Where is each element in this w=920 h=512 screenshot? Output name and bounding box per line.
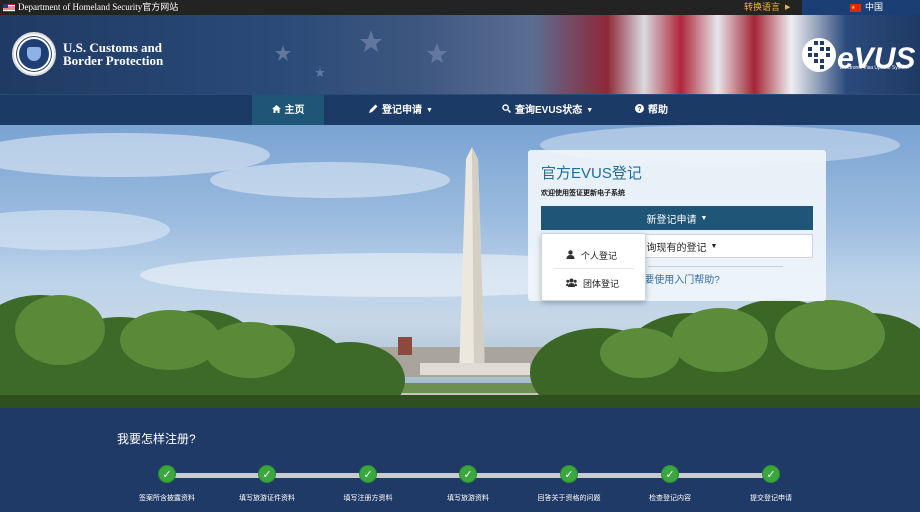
menu-item-individual[interactable]: 个人登记 (542, 242, 647, 268)
dhs-seal-logo[interactable] (12, 32, 56, 76)
search-icon (502, 95, 511, 126)
china-flag-icon (850, 1, 861, 16)
new-registration-dropdown: 个人登记 团体登记 (541, 233, 646, 301)
evus-logo[interactable]: eVUS (800, 33, 920, 85)
pencil-icon (369, 95, 378, 126)
panel-title: 官方EVUS登记 (541, 165, 642, 182)
nav-home-label: 主页 (284, 105, 305, 116)
panel-divider (648, 266, 783, 267)
steps-title: 我要怎样注册? (117, 432, 196, 446)
caret-down-icon: ▼ (586, 107, 594, 114)
menu-item-individual-label: 个人登记 (581, 250, 618, 261)
step-check-icon: ✓ (359, 465, 377, 483)
users-icon (566, 278, 577, 289)
new-registration-button[interactable]: 新登记申请 ▼ (541, 206, 813, 230)
step-label: 回答关于资格的问题 (537, 495, 601, 502)
step-check-icon: ✓ (560, 465, 578, 483)
nav-help-label: 帮助 (648, 105, 668, 116)
step-check-icon: ✓ (258, 465, 276, 483)
switch-language-link[interactable]: 转换语言 ▶ (744, 0, 790, 15)
switch-language-label: 转换语言 (744, 2, 781, 12)
caret-right-icon: ▶ (785, 4, 791, 11)
check-registration-label: 查询现有的登记 (636, 242, 707, 254)
main-nav: 主页 登记申请 ▼ 查询EVUS状态 ▼ ? 帮助 (0, 94, 920, 126)
step-check-icon: ✓ (158, 465, 176, 483)
new-registration-label: 新登记申请 (646, 214, 697, 226)
caret-down-icon: ▼ (426, 107, 433, 114)
agency-name-line2: Border Protection (63, 53, 164, 68)
nav-home[interactable]: 主页 (252, 95, 324, 126)
step-label: 填写注册方资料 (343, 495, 393, 502)
caret-down-icon: ▼ (700, 214, 708, 222)
user-icon (566, 249, 575, 261)
step-check-icon: ✓ (661, 465, 679, 483)
menu-item-group[interactable]: 团体登记 (542, 270, 647, 296)
language-selector[interactable]: 中国 (802, 0, 920, 16)
step-check-icon: ✓ (459, 465, 477, 483)
step-label: 提交登记申请 (750, 495, 792, 502)
nav-apply-label: 登记申请 (382, 105, 422, 116)
agency-name[interactable]: U.S. Customs and Border Protection (63, 41, 163, 67)
question-icon: ? (635, 95, 644, 126)
svg-text:?: ? (637, 106, 641, 113)
stars-decoration (275, 30, 447, 77)
step-label: 填写旅游证件资料 (239, 495, 295, 502)
caret-down-icon: ▼ (710, 242, 718, 250)
gov-site-text: Department of Homeland Security官方网站 (18, 2, 179, 12)
gov-site-label: Department of Homeland Security官方网站 (3, 0, 178, 15)
step-label: 签案所含披露资料 (139, 495, 195, 502)
evus-subtitle: Electronic Visa Update System (840, 65, 909, 71)
gov-banner: Department of Homeland Security官方网站 转换语言… (0, 0, 920, 16)
nav-help[interactable]: ? 帮助 (635, 95, 668, 126)
step-check-icon: ✓ (762, 465, 780, 483)
site-header: U.S. Customs and Border Protection eVUS … (0, 15, 920, 94)
step-label: 检查登记内容 (649, 495, 691, 502)
menu-divider (554, 268, 634, 269)
menu-item-group-label: 团体登记 (583, 278, 620, 289)
nav-check-status[interactable]: 查询EVUS状态 ▼ (502, 95, 593, 126)
panel-subtitle: 欢迎使用签证更新电子系统 (541, 190, 625, 197)
nav-check-status-label: 查询EVUS状态 (515, 105, 583, 116)
step-label: 填写旅游资料 (447, 495, 489, 502)
language-label: 中国 (865, 2, 884, 12)
home-icon (271, 95, 281, 126)
registration-steps-section: 我要怎样注册? ✓ ✓ ✓ ✓ ✓ ✓ ✓ 签案所含披露资料 填写旅游证件资料 … (0, 408, 920, 512)
nav-apply[interactable]: 登记申请 ▼ (369, 95, 433, 126)
us-flag-icon (3, 3, 15, 12)
